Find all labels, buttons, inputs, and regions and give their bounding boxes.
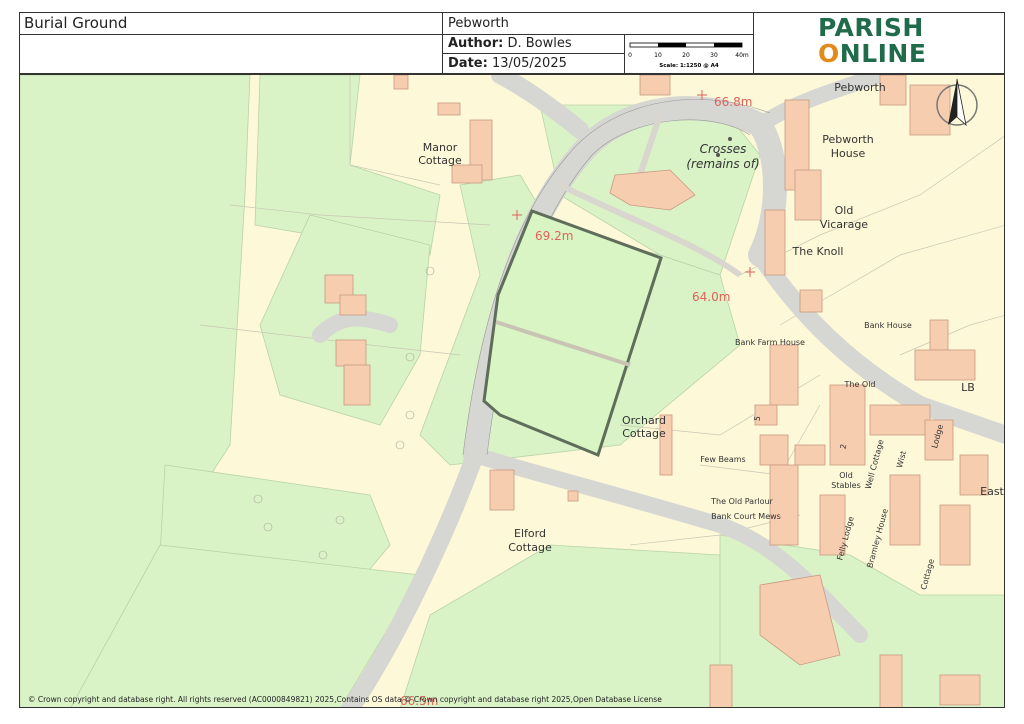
parish-online-logo: PARISH ONLINE [754,13,1004,74]
logo-line2-rest: NLINE [839,39,927,68]
label-bank-farm-house: Bank Farm House [735,338,805,347]
author-value: D. Bowles [507,36,572,51]
label-elford: Elford [514,527,546,540]
scale-tick-20: 20 [682,52,690,59]
scale-tick-30: 30 [710,52,718,59]
map-header: Burial Ground Pebworth Author: D. Bowles… [19,12,1005,74]
label-orchard: Orchard [622,414,666,427]
label-old-stables-2: Stables [831,481,861,490]
label-manor: Manor [423,141,458,154]
scale-tick-0: 0 [628,52,632,59]
date-label: Date: [448,56,488,71]
cross-monument-dot [728,137,732,141]
label-pebworth-house-1: Pebworth [822,133,874,146]
map-view[interactable]: Manor Cottage Crosses (remains of) Pebwo… [19,74,1005,708]
date-value: 13/05/2025 [491,56,567,71]
scale-tick-40: 40m [735,52,749,59]
map-canvas[interactable]: Manor Cottage Crosses (remains of) Pebwo… [20,75,1005,708]
scale-tick-10: 10 [654,52,662,59]
label-orchard-cottage: Cottage [622,427,666,440]
label-crosses: Crosses [700,142,747,156]
logo-pin-o: O [818,39,840,68]
label-manor-cottage: Cottage [418,154,462,167]
label-few-beams: Few Beams [700,455,745,464]
label-the-old-parlour: The Old Parlour [710,497,773,506]
label-pebworth: Pebworth [834,81,886,94]
label-old-stables-1: Old [839,471,853,480]
label-bank-court-mews: Bank Court Mews [711,512,781,521]
logo-line2: ONLINE [818,41,926,67]
author-field: Author: D. Bowles [443,35,625,54]
author-label: Author: [448,36,504,51]
location-name: Pebworth [443,13,754,35]
spot-height-3: 64.0m [692,290,730,304]
scale-text: Scale: 1:1250 @ A4 [659,63,719,69]
label-the-old: The Old [843,380,875,389]
blank-cell [20,35,443,74]
copyright-footer: © Crown copyright and database right. Al… [28,695,662,704]
spot-height-1: 66.8m [714,95,752,109]
spot-height-2: 69.2m [535,229,573,243]
label-bank-house: Bank House [864,321,912,330]
map-title: Burial Ground [20,13,443,35]
date-field: Date: 13/05/2025 [443,54,625,74]
label-east: East [980,485,1004,498]
label-vicarage: Vicarage [820,218,868,231]
scale-bar: 0 10 20 30 40m Scale: 1:1250 @ A4 [625,35,754,74]
label-elford-cottage: Cottage [508,541,552,554]
label-the-knoll: The Knoll [792,245,844,258]
scale-bar-graphic: 0 10 20 30 40m Scale: 1:1250 @ A4 [628,42,749,69]
label-lb: LB [961,381,975,394]
logo-text: PARISH ONLINE [818,15,926,67]
label-old: Old [835,204,854,217]
logo-line1: PARISH [818,13,924,42]
label-pebworth-house-2: House [831,147,866,160]
label-remains-of: (remains of) [686,157,759,171]
